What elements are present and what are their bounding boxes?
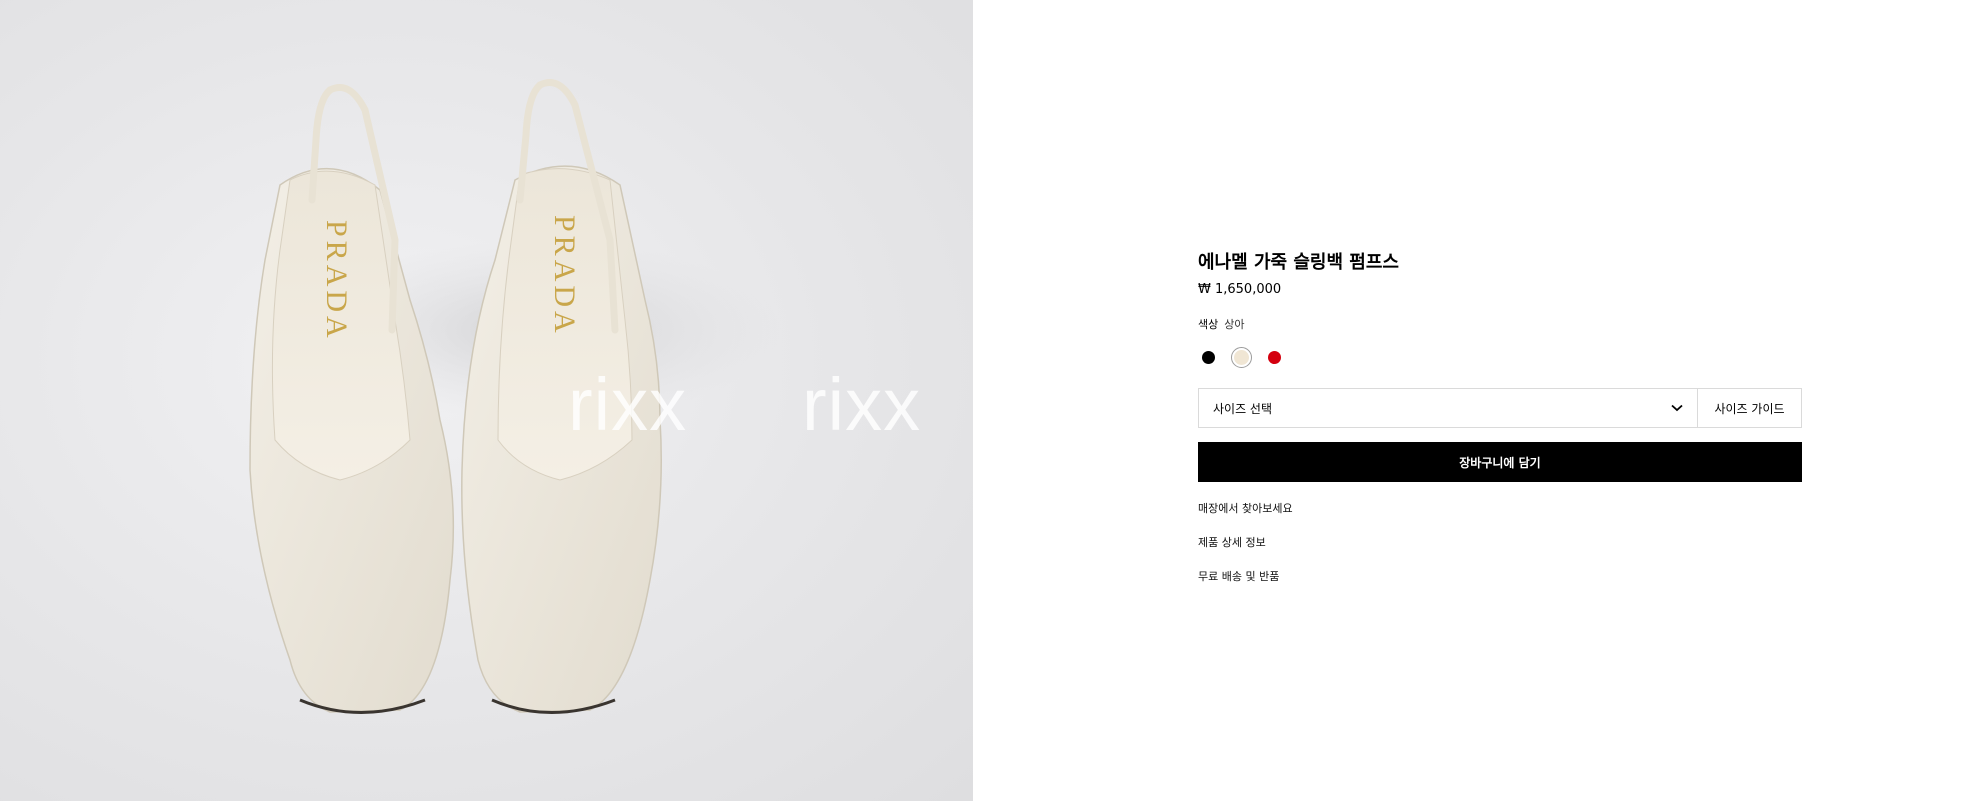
color-label: 색상 [1198,318,1219,331]
size-guide-label: 사이즈 가이드 [1714,401,1785,416]
swatch-dot-red [1268,351,1281,364]
size-guide-button[interactable]: 사이즈 가이드 [1697,389,1801,427]
product-info-panel: 에나멜 가죽 슬링백 펌프스 ₩ 1,650,000 색상 상아 사이즈 선택 사… [1198,250,1802,604]
color-row: 색상 상아 [1198,317,1802,333]
add-to-cart-button[interactable]: 장바구니에 담기 [1198,442,1802,482]
chevron-down-icon [1671,404,1683,412]
selected-color-name: 상아 [1224,318,1245,331]
color-swatches [1198,347,1802,368]
size-select-label: 사이즈 선택 [1213,401,1273,416]
info-links: 매장에서 찾아보세요 제품 상세 정보 무료 배송 및 반품 [1198,502,1802,584]
size-row: 사이즈 선택 사이즈 가이드 [1198,388,1802,428]
product-title: 에나멜 가죽 슬링백 펌프스 [1198,252,1399,273]
swatch-dot-black [1202,351,1215,364]
left-brand-print: PRADA [320,220,353,342]
find-in-store-link[interactable]: 매장에서 찾아보세요 [1198,502,1802,516]
shipping-returns-link[interactable]: 무료 배송 및 반품 [1198,570,1802,584]
right-brand-print: PRADA [548,215,581,337]
product-image-gallery: PRADA PRADA rixx rixx [0,0,973,801]
watermark-text: rixx [568,363,688,446]
watermark-text: rixx [802,363,922,446]
color-swatch-ivory[interactable] [1231,347,1252,368]
color-swatch-black[interactable] [1198,347,1219,368]
size-select-dropdown[interactable]: 사이즈 선택 [1199,389,1697,427]
product-details-link[interactable]: 제품 상세 정보 [1198,536,1802,550]
left-shoe: PRADA [249,84,455,714]
product-price: ₩ 1,650,000 [1198,282,1282,297]
color-swatch-red[interactable] [1264,347,1285,368]
swatch-dot-ivory [1234,350,1249,365]
add-to-cart-label: 장바구니에 담기 [1459,455,1541,470]
